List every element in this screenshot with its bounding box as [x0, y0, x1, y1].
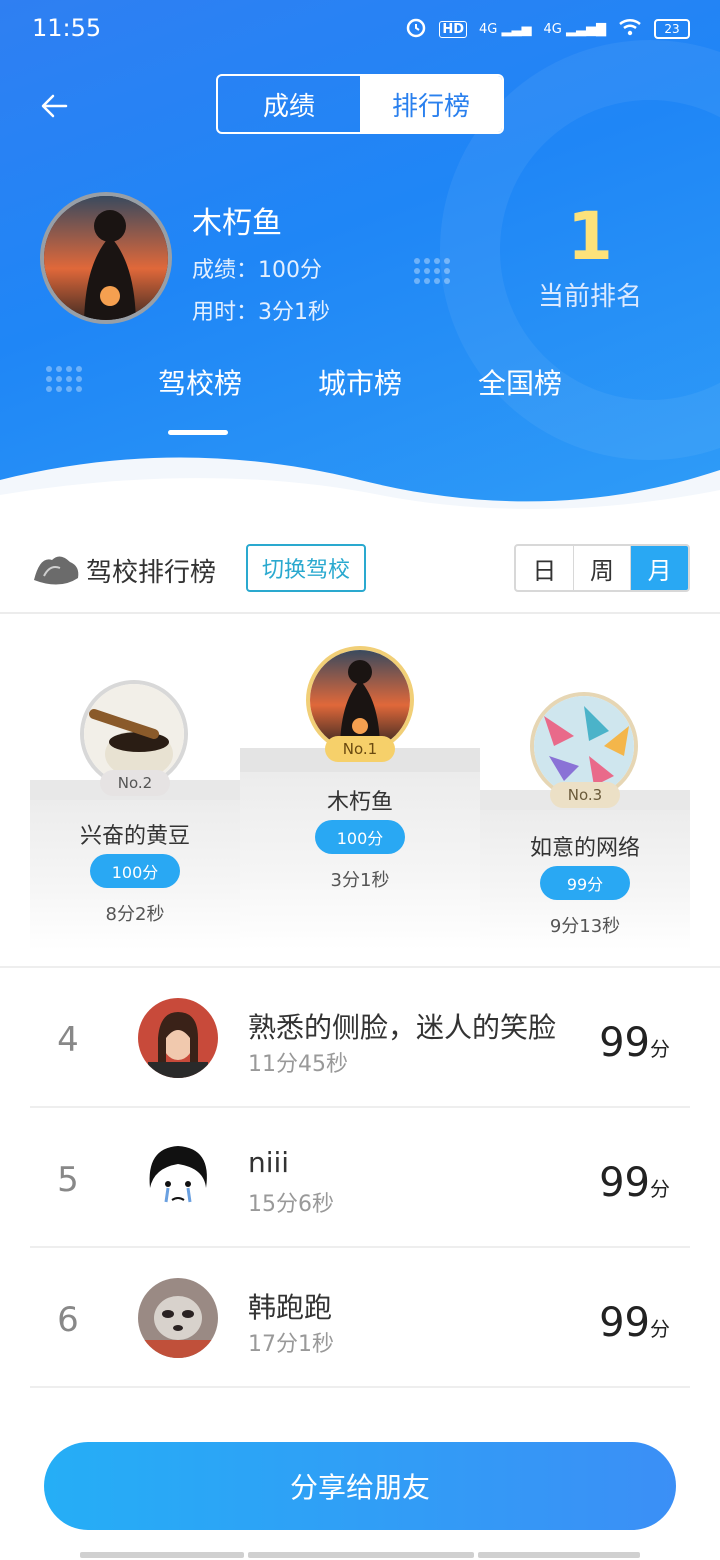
list-rank: 4: [57, 1020, 79, 1060]
podium-score-2: 100分: [90, 854, 180, 888]
signal-icon-1: 4G ▂▃▅: [479, 21, 532, 37]
wave-divider: [0, 457, 720, 510]
list-avatar: [138, 1138, 218, 1218]
list-item[interactable]: 6 韩跑跑 17分1秒 99分: [0, 1248, 720, 1388]
board-tabs: 驾校榜 城市榜 全国榜: [120, 362, 600, 402]
podium-name-1: 木朽鱼: [326, 790, 393, 815]
tab-underline: [168, 430, 228, 435]
current-rank-value: 1: [567, 198, 613, 275]
ranking-list: 4 熟悉的侧脸，迷人的笑脸 11分45秒 99分 5 niii 15分6秒 99…: [0, 968, 720, 1388]
status-time: 11:55: [32, 14, 102, 42]
school-logo: [30, 550, 84, 590]
period-month[interactable]: 月: [631, 546, 688, 590]
tab-school-board[interactable]: 驾校榜: [120, 362, 280, 402]
my-time: 用时：3分1秒: [192, 300, 330, 325]
hd-icon: HD: [439, 20, 468, 38]
leaderboard-page: 11:55 HD 4G ▂▃▅ 4G ▂▃▅▇ 23 成绩 排行榜 木朽鱼 成绩…: [0, 0, 720, 1560]
list-name: 韩跑跑: [248, 1291, 333, 1324]
share-button[interactable]: 分享给朋友: [44, 1442, 676, 1530]
home-indicator-segment: [478, 1552, 640, 1558]
top-segment: 成绩 排行榜: [216, 74, 504, 134]
signal-label-2: 4G: [543, 21, 562, 37]
period-selector: 日 周 月: [514, 544, 690, 592]
podium-badge-2: No.2: [100, 770, 170, 796]
dots-decoration-2: [46, 366, 82, 392]
list-score-unit: 分: [650, 1317, 670, 1341]
status-bar: 11:55 HD 4G ▂▃▅ 4G ▂▃▅▇ 23: [0, 0, 720, 56]
wifi-icon: [618, 17, 642, 41]
row-divider: [30, 1386, 690, 1388]
podium-badge-3: No.3: [550, 782, 620, 808]
list-score: 99分: [599, 1300, 670, 1346]
list-score-value: 99: [599, 1300, 650, 1346]
signal-icon-2: 4G ▂▃▅▇: [543, 21, 606, 37]
home-indicator: [80, 1552, 640, 1558]
list-name: niii: [248, 1146, 290, 1179]
list-time: 15分6秒: [248, 1192, 334, 1217]
tab-city-board[interactable]: 城市榜: [280, 362, 440, 402]
podium-time-3: 9分13秒: [549, 916, 621, 937]
podium-time-2: 8分2秒: [105, 904, 165, 925]
dots-decoration: [414, 258, 450, 284]
list-score-unit: 分: [650, 1037, 670, 1061]
list-rank: 5: [57, 1160, 79, 1200]
list-score-unit: 分: [650, 1177, 670, 1201]
list-score-value: 99: [599, 1160, 650, 1206]
podium-name-3: 如意的网络: [529, 836, 640, 861]
alarm-icon: [405, 16, 427, 42]
header-panel: 11:55 HD 4G ▂▃▅ 4G ▂▃▅▇ 23 成绩 排行榜 木朽鱼 成绩…: [0, 0, 720, 510]
podium-score-1: 100分: [315, 820, 405, 854]
list-avatar: [138, 998, 218, 1078]
list-time: 11分45秒: [248, 1052, 348, 1077]
list-rank: 6: [57, 1300, 79, 1340]
battery-icon: 23: [654, 19, 690, 39]
school-board-title: 驾校排行榜: [86, 558, 217, 588]
tab-national-board[interactable]: 全国榜: [440, 362, 600, 402]
current-rank-label: 当前排名: [537, 282, 642, 312]
list-avatar: [138, 1278, 218, 1358]
list-item[interactable]: 5 niii 15分6秒 99分: [0, 1108, 720, 1248]
back-arrow-icon[interactable]: [36, 86, 76, 126]
my-score: 成绩：100分: [192, 258, 322, 283]
period-week[interactable]: 周: [574, 546, 632, 590]
school-board-header: 驾校排行榜 切换驾校 日 周 月: [0, 530, 720, 614]
status-icons: HD 4G ▂▃▅ 4G ▂▃▅▇ 23: [405, 16, 690, 42]
podium-badge-1: No.1: [325, 736, 395, 762]
tab-score[interactable]: 成绩: [218, 76, 360, 132]
list-score: 99分: [599, 1020, 670, 1066]
my-name: 木朽鱼: [192, 206, 282, 241]
podium-score-3: 99分: [540, 866, 630, 900]
home-indicator-segment: [80, 1552, 244, 1558]
list-name: 熟悉的侧脸，迷人的笑脸: [248, 1011, 557, 1044]
list-score: 99分: [599, 1160, 670, 1206]
tab-leaderboard[interactable]: 排行榜: [360, 76, 502, 132]
period-day[interactable]: 日: [516, 546, 574, 590]
list-score-value: 99: [599, 1020, 650, 1066]
list-time: 17分1秒: [248, 1332, 334, 1357]
signal-label-1: 4G: [479, 21, 498, 37]
my-avatar: [40, 192, 172, 324]
home-indicator-segment: [248, 1552, 474, 1558]
switch-school-button[interactable]: 切换驾校: [246, 544, 366, 592]
podium: No.2 兴奋的黄豆 100分 8分2秒 No.1 木朽鱼 100分 3分1秒: [0, 616, 720, 966]
podium-name-2: 兴奋的黄豆: [79, 824, 190, 849]
list-item[interactable]: 4 熟悉的侧脸，迷人的笑脸 11分45秒 99分: [0, 968, 720, 1108]
podium-time-1: 3分1秒: [330, 870, 390, 891]
